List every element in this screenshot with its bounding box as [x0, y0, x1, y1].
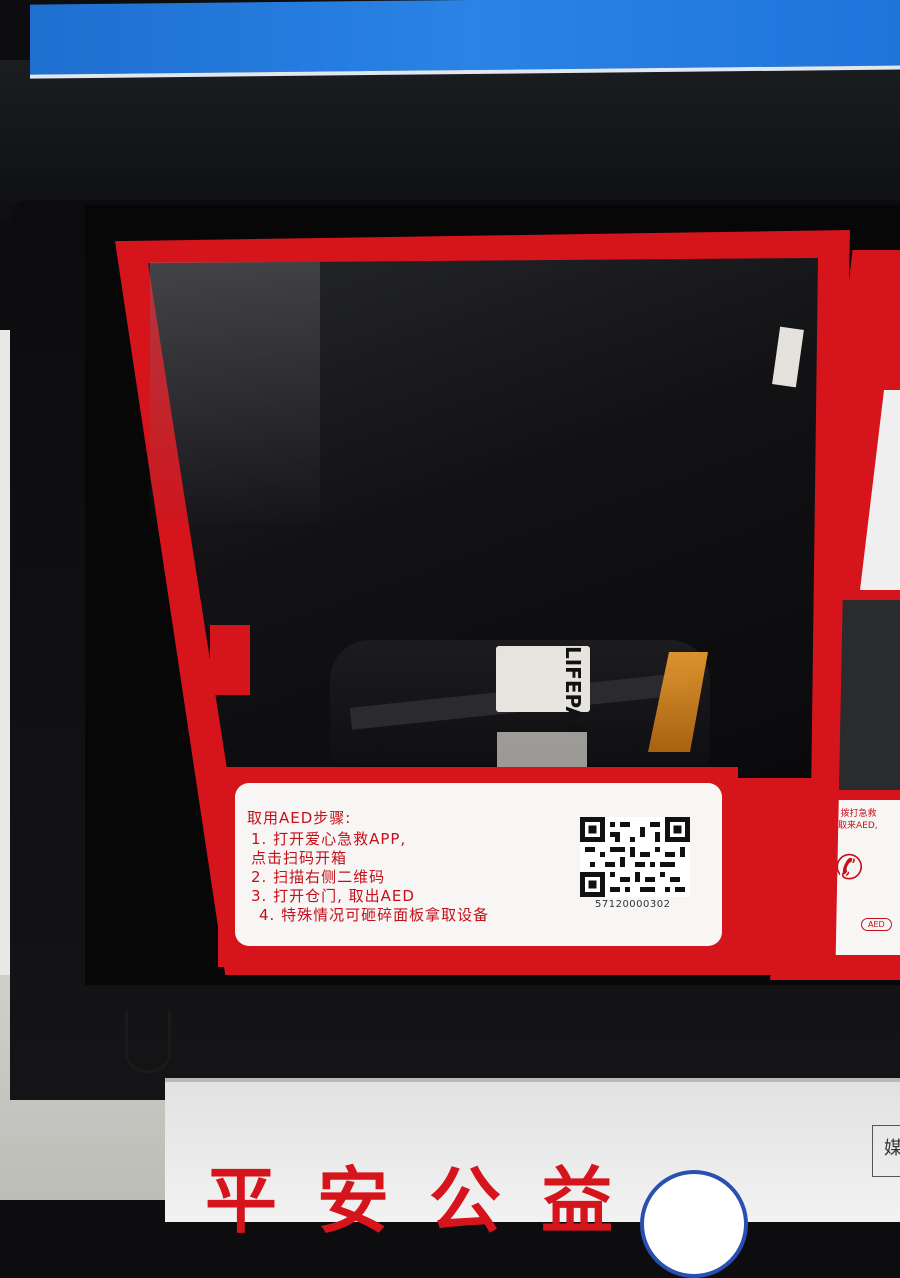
- instruction-step: 1. 打开爱心急救APP,: [251, 830, 407, 848]
- instruction-step: 点击扫码开箱: [251, 849, 348, 867]
- top-glass-panel: [0, 60, 900, 220]
- glass-reflection: [150, 262, 320, 522]
- phone-icon: ✆: [835, 848, 864, 888]
- power-cable: [125, 1010, 171, 1073]
- instruction-panel: 取用AED步骤: 1. 打开爱心急救APP, 点击扫码开箱 2. 扫描右侧二维码…: [235, 783, 722, 946]
- instruction-step: 2. 扫描右侧二维码: [251, 868, 386, 886]
- top-blue-screen: [30, 0, 900, 79]
- ping-an-logo-icon: [640, 1170, 748, 1278]
- door-red-tab: [210, 625, 250, 695]
- device-brand-label: LIFEPAK: [496, 646, 590, 737]
- instruction-step: 3. 打开仓门, 取出AED: [251, 887, 415, 905]
- bottom-sign-text: 平安公益: [205, 1159, 654, 1243]
- bottom-sign-right-char: 媒: [872, 1125, 900, 1177]
- aed-badge: AED: [861, 918, 892, 931]
- qr-code[interactable]: [580, 817, 690, 897]
- qr-code-id: 57120000302: [595, 899, 671, 910]
- instruction-title: 取用AED步骤:: [247, 809, 352, 827]
- instruction-step: 4. 特殊情况可砸碎面板拿取设备: [259, 906, 490, 924]
